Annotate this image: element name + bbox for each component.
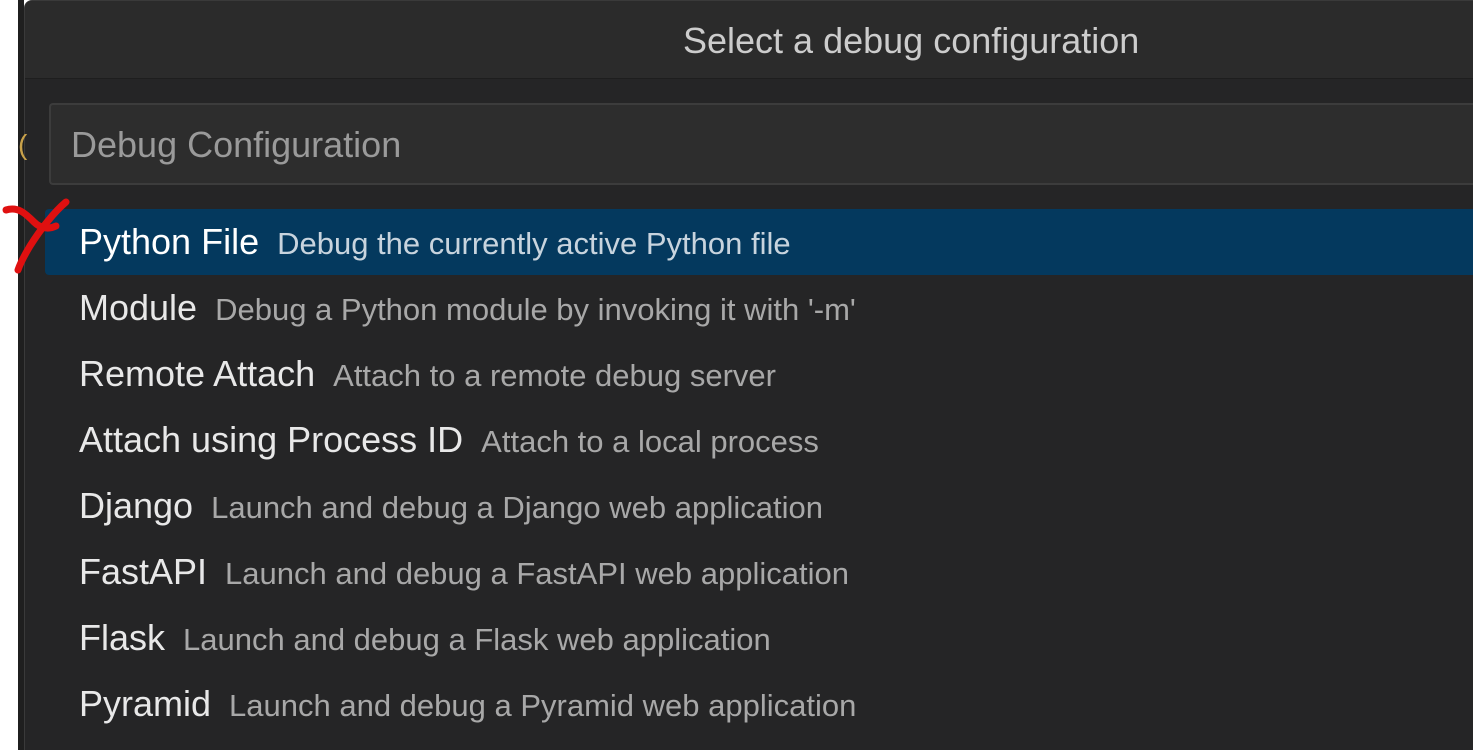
item-label: Module bbox=[79, 287, 198, 328]
quick-pick-input-box[interactable] bbox=[49, 103, 1473, 185]
list-item-flask[interactable]: Flask Launch and debug a Flask web applic… bbox=[45, 605, 1473, 671]
item-label: Django bbox=[79, 485, 194, 526]
item-description: Attach to a remote debug server bbox=[333, 358, 776, 393]
item-description: Launch and debug a Flask web application bbox=[183, 622, 771, 657]
item-label: FastAPI bbox=[79, 551, 208, 592]
editor-background-strip bbox=[0, 0, 24, 750]
list-item-remote-attach[interactable]: Remote Attach Attach to a remote debug se… bbox=[45, 341, 1473, 407]
item-label: Pyramid bbox=[79, 683, 212, 724]
debug-configuration-input[interactable] bbox=[69, 105, 1473, 185]
editor-fragment-glyph: ( bbox=[18, 129, 28, 160]
list-item-attach-process-id[interactable]: Attach using Process ID Attach to a local… bbox=[45, 407, 1473, 473]
list-item-module[interactable]: Module Debug a Python module by invoking … bbox=[45, 275, 1473, 341]
item-description: Attach to a local process bbox=[481, 424, 819, 459]
list-item-django[interactable]: Django Launch and debug a Django web appl… bbox=[45, 473, 1473, 539]
list-item-python-file[interactable]: Python File Debug the currently active Py… bbox=[45, 209, 1473, 275]
quick-pick-panel: Select a debug configuration Python File… bbox=[24, 0, 1473, 750]
item-description: Launch and debug a FastAPI web applicati… bbox=[225, 556, 849, 591]
item-label: Attach using Process ID bbox=[79, 419, 464, 460]
item-label: Python File bbox=[79, 221, 260, 262]
item-label: Remote Attach bbox=[79, 353, 316, 394]
quick-pick-title: Select a debug configuration bbox=[683, 20, 1140, 61]
list-item-pyramid[interactable]: Pyramid Launch and debug a Pyramid web ap… bbox=[45, 671, 1473, 737]
item-label: Flask bbox=[79, 617, 166, 658]
item-description: Debug the currently active Python file bbox=[277, 226, 791, 261]
quick-pick-title-bar: Select a debug configuration bbox=[25, 1, 1473, 79]
item-description: Launch and debug a Pyramid web applicati… bbox=[229, 688, 857, 723]
list-item-fastapi[interactable]: FastAPI Launch and debug a FastAPI web ap… bbox=[45, 539, 1473, 605]
debug-configuration-list: Python File Debug the currently active Py… bbox=[45, 209, 1473, 737]
item-description: Launch and debug a Django web applicatio… bbox=[211, 490, 823, 525]
item-description: Debug a Python module by invoking it wit… bbox=[215, 292, 856, 327]
red-check-mark-annotation-icon bbox=[2, 198, 70, 274]
